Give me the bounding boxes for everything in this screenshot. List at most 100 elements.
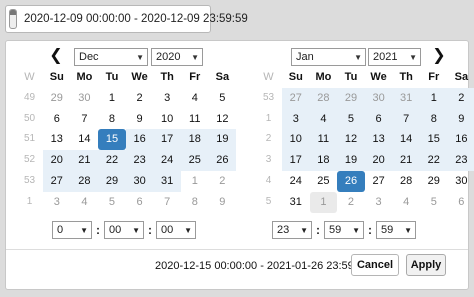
calendar-day[interactable]: 5	[337, 108, 365, 130]
calendar-day[interactable]: 19	[337, 150, 365, 171]
calendar-day[interactable]: 13	[364, 129, 393, 151]
calendar-day[interactable]: 26	[208, 150, 237, 171]
calendar-day[interactable]: 6	[43, 109, 71, 130]
calendar-day[interactable]: 3	[282, 108, 310, 130]
cancel-button[interactable]: Cancel	[351, 254, 399, 276]
calendar-day[interactable]: 7	[71, 109, 99, 130]
calendar-day[interactable]: 10	[282, 129, 310, 151]
calendar-day[interactable]: 13	[43, 129, 71, 150]
calendar-day[interactable]: 25	[180, 150, 209, 171]
calendar-day[interactable]: 8	[419, 108, 448, 130]
calendar-day[interactable]: 23	[447, 150, 474, 171]
calendar-day[interactable]: 27	[282, 87, 310, 109]
calendar-day[interactable]: 11	[309, 129, 338, 151]
calendar-day[interactable]: 9	[447, 108, 474, 130]
calendar-day[interactable]: 20	[364, 150, 393, 171]
start-minute-select[interactable]: 00 ▼	[104, 221, 144, 239]
calendar-day[interactable]: 6	[364, 108, 393, 130]
calendar-day[interactable]: 3	[365, 192, 393, 213]
calendar-day[interactable]: 28	[70, 170, 99, 192]
calendar-day[interactable]: 21	[392, 150, 420, 171]
calendar-day[interactable]: 11	[181, 109, 209, 130]
calendar-day[interactable]: 17	[153, 129, 181, 151]
calendar-day[interactable]: 5	[98, 192, 126, 213]
calendar-day[interactable]: 20	[43, 150, 71, 171]
calendar-day[interactable]: 8	[181, 192, 209, 213]
calendar-day[interactable]: 3	[43, 192, 71, 213]
calendar-day[interactable]: 4	[181, 88, 209, 109]
calendar-day[interactable]: 9	[126, 109, 154, 130]
calendar-day[interactable]: 4	[309, 108, 338, 130]
calendar-icon[interactable]	[9, 9, 17, 29]
calendar-day[interactable]: 2	[126, 88, 154, 109]
calendar-day[interactable]: 1	[181, 171, 209, 192]
calendar-day[interactable]: 7	[392, 108, 420, 130]
calendar-day[interactable]: 23	[125, 150, 154, 171]
calendar-day[interactable]: 24	[282, 171, 310, 192]
calendar-day[interactable]: 1	[419, 87, 448, 109]
calendar-day[interactable]: 31	[153, 170, 181, 192]
right-month-select[interactable]: Jan ▼	[291, 48, 366, 66]
calendar-day[interactable]: 8	[98, 109, 126, 130]
calendar-day[interactable]: 1	[309, 191, 338, 213]
calendar-day[interactable]: 15	[419, 129, 448, 151]
calendar-day[interactable]: 5	[209, 88, 237, 109]
calendar-day[interactable]: 19	[208, 129, 237, 151]
next-month-arrow-icon[interactable]: ❯	[431, 47, 447, 65]
calendar-day[interactable]: 12	[337, 129, 365, 151]
start-second-select[interactable]: 00 ▼	[156, 221, 196, 239]
start-hour-select[interactable]: 0 ▼	[52, 221, 92, 239]
calendar-day[interactable]: 31	[392, 87, 420, 109]
calendar-day[interactable]: 29	[420, 171, 448, 192]
calendar-day-selected[interactable]: 26	[337, 170, 365, 192]
calendar-day[interactable]: 29	[98, 170, 126, 192]
calendar-day[interactable]: 28	[392, 171, 420, 192]
calendar-day[interactable]: 9	[209, 192, 237, 213]
calendar-day[interactable]: 18	[180, 129, 209, 151]
calendar-day[interactable]: 16	[125, 129, 154, 151]
calendar-day[interactable]: 30	[71, 88, 99, 109]
calendar-day[interactable]: 14	[392, 129, 420, 151]
calendar-day-selected[interactable]: 15	[98, 129, 126, 151]
date-range-input[interactable]: 2020-12-09 00:00:00 - 2020-12-09 23:59:5…	[5, 5, 248, 33]
calendar-day[interactable]: 31	[282, 192, 310, 213]
calendar-day[interactable]: 5	[420, 192, 448, 213]
calendar-day[interactable]: 29	[43, 88, 71, 109]
calendar-day[interactable]: 17	[282, 150, 310, 171]
calendar-day[interactable]: 18	[309, 150, 338, 171]
calendar-day[interactable]: 27	[365, 171, 393, 192]
calendar-day[interactable]: 1	[98, 88, 126, 109]
calendar-day[interactable]: 2	[447, 87, 474, 109]
calendar-day[interactable]: 25	[310, 171, 338, 192]
right-year-select[interactable]: 2021 ▼	[368, 48, 421, 66]
calendar-day[interactable]: 4	[392, 192, 420, 213]
calendar-day[interactable]: 12	[209, 109, 237, 130]
calendar-day[interactable]: 4	[71, 192, 99, 213]
end-minute-select[interactable]: 59 ▼	[324, 221, 364, 239]
calendar-day[interactable]: 24	[153, 150, 181, 171]
calendar-day[interactable]: 22	[419, 150, 448, 171]
calendar-day[interactable]: 30	[125, 170, 154, 192]
apply-button[interactable]: Apply	[406, 254, 446, 276]
calendar-day[interactable]: 7	[153, 192, 181, 213]
calendar-day[interactable]: 10	[153, 109, 181, 130]
calendar-day[interactable]: 6	[126, 192, 154, 213]
left-month-select[interactable]: Dec ▼	[74, 48, 148, 66]
end-second-select[interactable]: 59 ▼	[376, 221, 416, 239]
calendar-day[interactable]: 30	[364, 87, 393, 109]
calendar-day[interactable]: 21	[70, 150, 99, 171]
calendar-day[interactable]: 28	[309, 87, 338, 109]
calendar-day[interactable]: 22	[98, 150, 126, 171]
calendar-day[interactable]: 29	[337, 87, 365, 109]
calendar-day[interactable]: 16	[447, 129, 474, 151]
calendar-day[interactable]: 30	[448, 171, 474, 192]
left-year-select[interactable]: 2020 ▼	[151, 48, 203, 66]
calendar-day[interactable]: 2	[337, 192, 365, 213]
calendar-day[interactable]: 27	[43, 170, 71, 192]
end-hour-select[interactable]: 23 ▼	[272, 221, 312, 239]
calendar-day[interactable]: 3	[153, 88, 181, 109]
prev-month-arrow-icon[interactable]: ❮	[48, 47, 64, 65]
calendar-day[interactable]: 6	[448, 192, 474, 213]
calendar-day[interactable]: 2	[209, 171, 237, 192]
calendar-day[interactable]: 14	[71, 129, 99, 150]
